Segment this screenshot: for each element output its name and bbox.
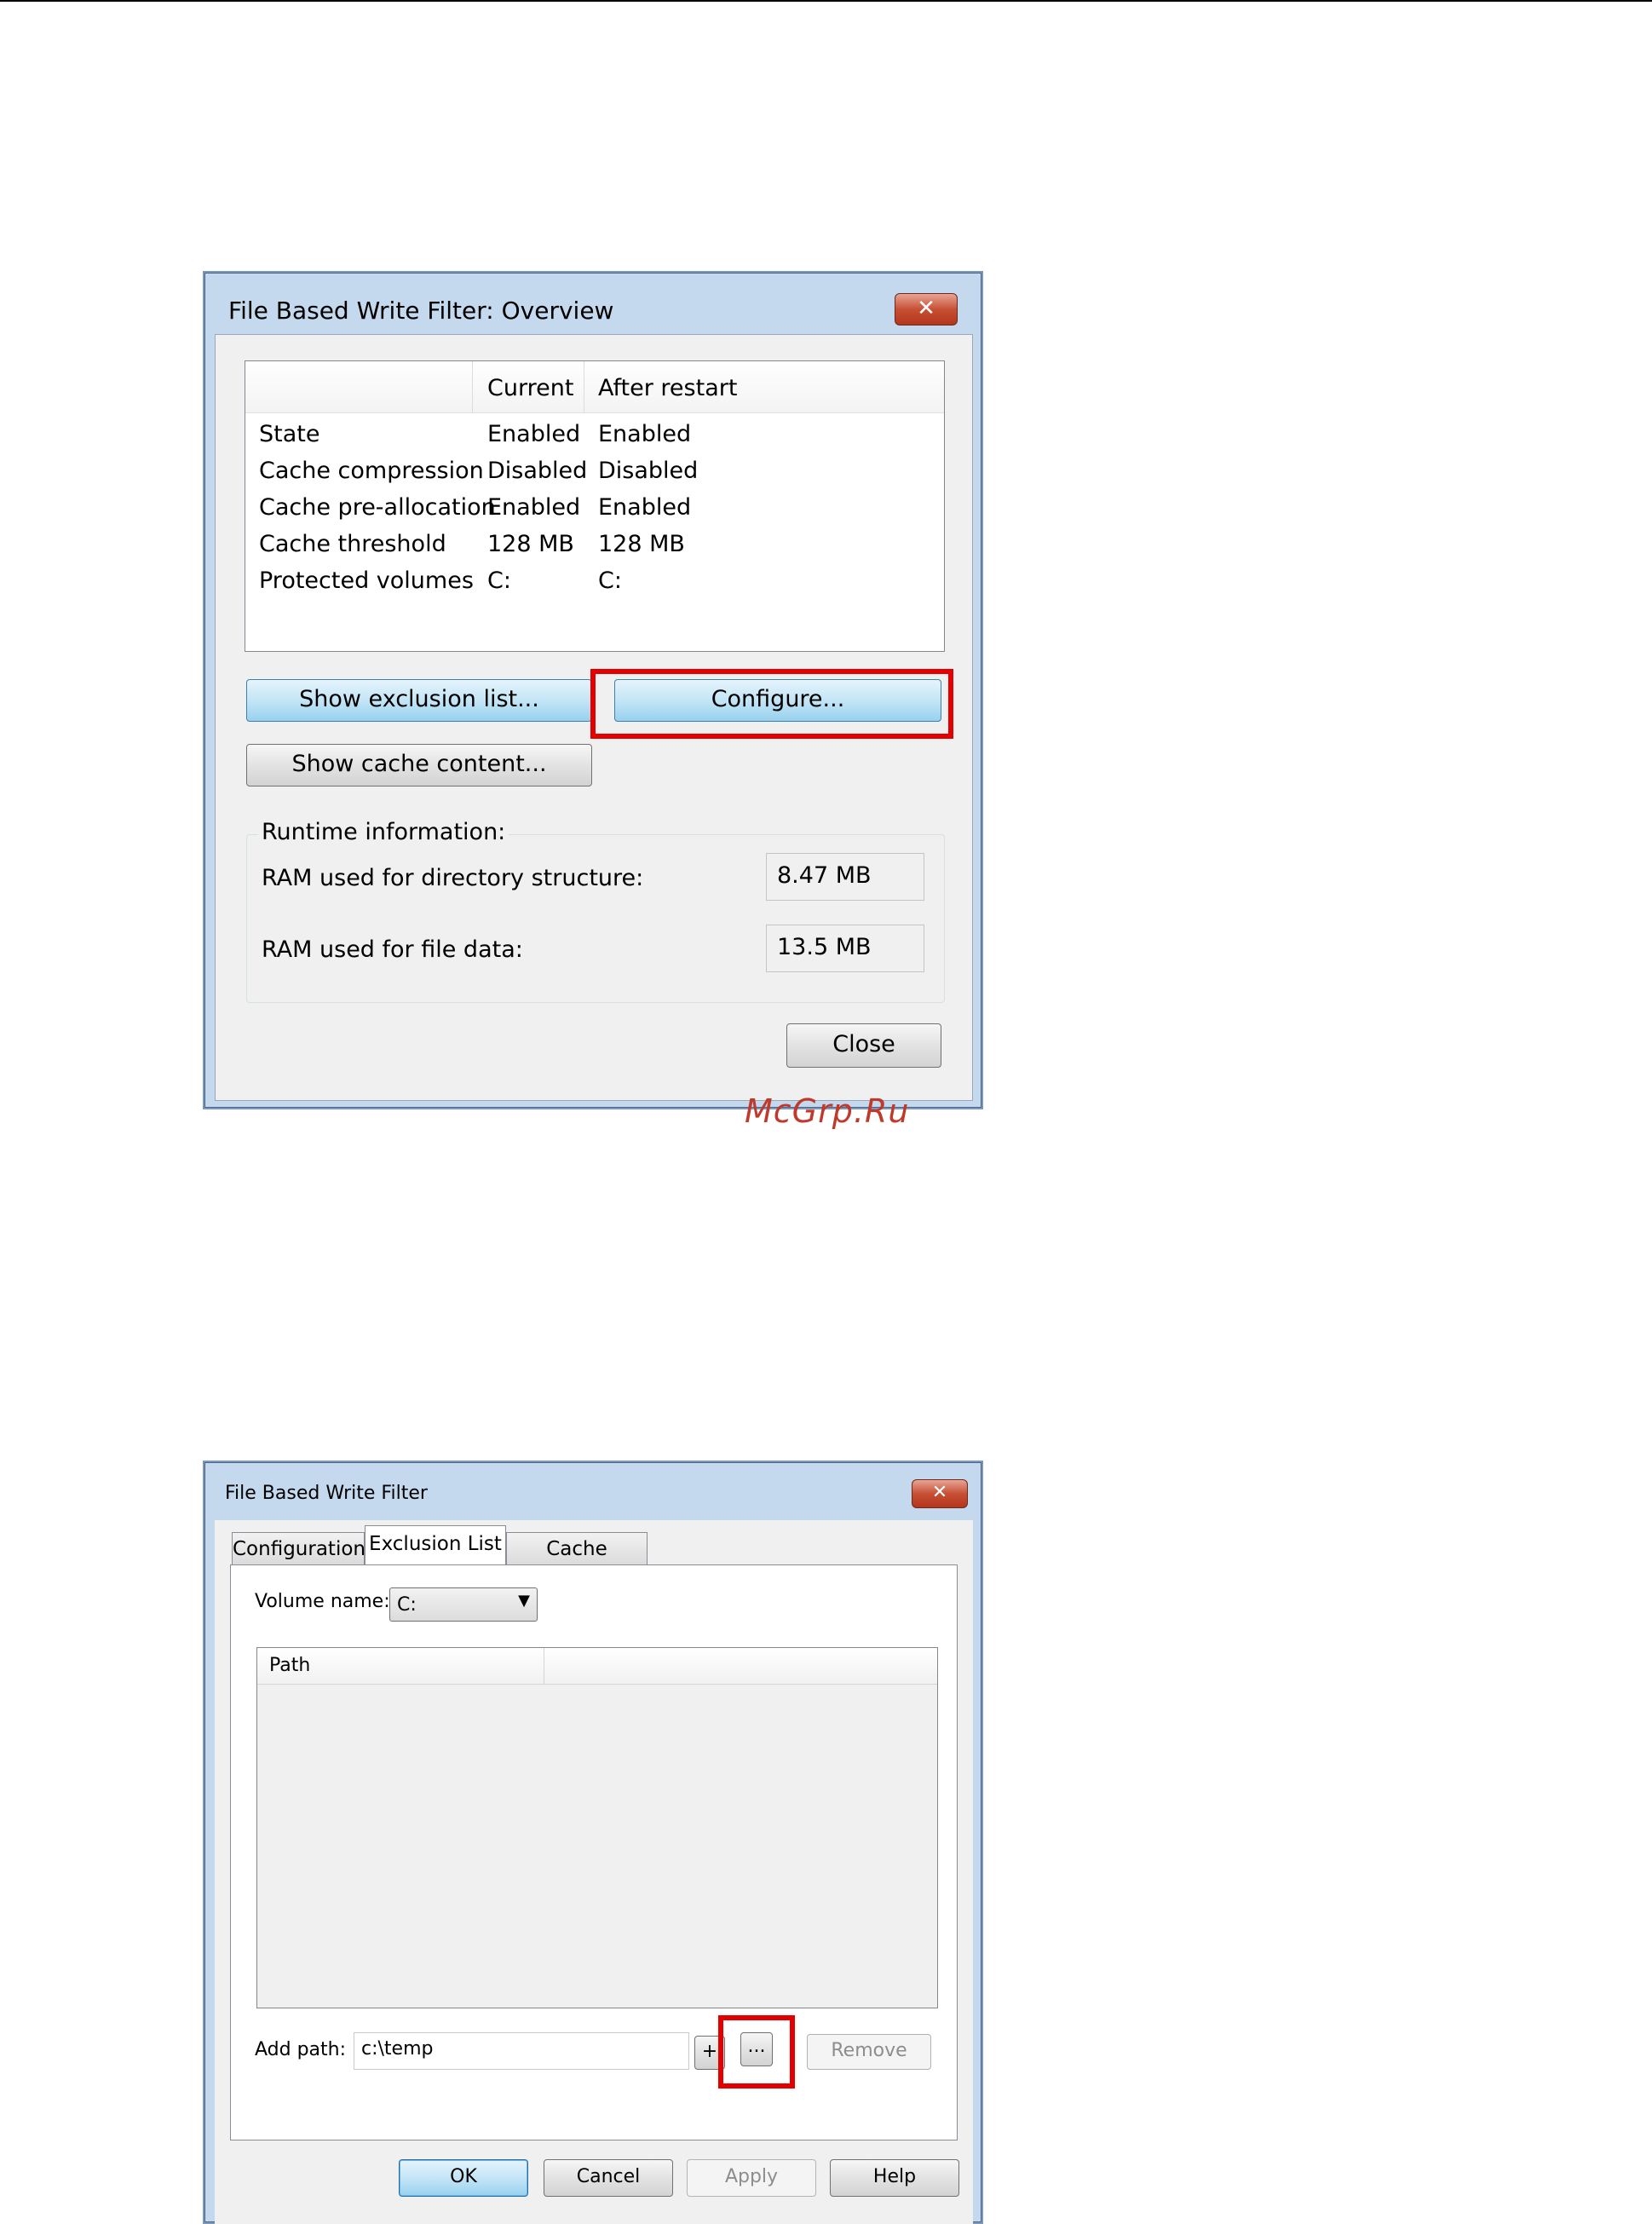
- add-path-input[interactable]: c:\temp: [354, 2032, 689, 2070]
- row-current: Enabled: [487, 421, 581, 447]
- overview-dialog-title: File Based Write Filter: Overview: [228, 297, 614, 325]
- row-label: Cache pre-allocation: [259, 494, 496, 521]
- ram-file-data-label: RAM used for file data:: [262, 936, 523, 963]
- row-after: Enabled: [598, 494, 692, 521]
- volume-name-select[interactable]: C: ▼: [389, 1587, 538, 1622]
- apply-button[interactable]: Apply: [687, 2159, 816, 2197]
- path-list-header: [257, 1648, 937, 1685]
- close-button[interactable]: Close: [786, 1023, 941, 1068]
- watermark-text: McGrp.Ru: [745, 1092, 910, 1130]
- add-path-value: c:\temp: [361, 2038, 434, 2060]
- row-current: 128 MB: [487, 531, 574, 557]
- ram-file-data-value: 13.5 MB: [766, 925, 924, 972]
- overview-dialog: File Based Write Filter: Overview ✕ Curr…: [203, 271, 983, 1109]
- row-label: Cache threshold: [259, 531, 446, 557]
- runtime-group-label: Runtime information:: [258, 819, 509, 845]
- add-path-label: Add path:: [255, 2039, 347, 2060]
- path-column-header[interactable]: Path: [269, 1655, 310, 1676]
- volume-name-label: Volume name:: [255, 1591, 390, 1612]
- remove-button[interactable]: Remove: [807, 2034, 931, 2070]
- status-table: Current After restart State Enabled Enab…: [245, 360, 945, 652]
- write-filter-dialog-title: File Based Write Filter: [225, 1483, 428, 1504]
- row-label: Protected volumes: [259, 568, 474, 594]
- row-label: Cache compression: [259, 458, 484, 484]
- page-top-rule: [0, 0, 1652, 2]
- tab-configuration[interactable]: Configuration: [232, 1532, 366, 1564]
- show-cache-content-button[interactable]: Show cache content...: [246, 744, 592, 786]
- help-button[interactable]: Help: [830, 2159, 959, 2197]
- header-divider: [472, 361, 473, 412]
- ram-directory-label: RAM used for directory structure:: [262, 865, 644, 891]
- status-table-header: [245, 361, 944, 413]
- close-icon[interactable]: ✕: [895, 293, 958, 326]
- volume-name-value: C:: [397, 1594, 417, 1616]
- row-after: C:: [598, 568, 622, 594]
- exclusion-list-panel: Volume name: C: ▼ Path Add path: c:\temp…: [230, 1564, 958, 2140]
- row-label: State: [259, 421, 320, 447]
- write-filter-client-area: Configuration Exclusion List Cache Conte…: [215, 1520, 973, 2224]
- ok-button[interactable]: OK: [399, 2159, 528, 2197]
- row-current: C:: [487, 568, 511, 594]
- header-after-restart[interactable]: After restart: [598, 375, 737, 401]
- path-list[interactable]: Path: [256, 1647, 938, 2008]
- browse-highlight: [718, 2015, 795, 2089]
- write-filter-dialog: File Based Write Filter ✕ Configuration …: [203, 1461, 983, 2224]
- row-after: 128 MB: [598, 531, 685, 557]
- close-icon[interactable]: ✕: [912, 1479, 968, 1508]
- header-current[interactable]: Current: [487, 375, 573, 401]
- show-exclusion-list-button[interactable]: Show exclusion list...: [246, 679, 592, 722]
- cancel-button[interactable]: Cancel: [544, 2159, 673, 2197]
- tab-exclusion-list[interactable]: Exclusion List: [365, 1525, 506, 1566]
- overview-client-area: Current After restart State Enabled Enab…: [215, 334, 973, 1101]
- tab-cache-content[interactable]: Cache Content: [506, 1532, 648, 1593]
- ram-directory-value: 8.47 MB: [766, 853, 924, 901]
- row-after: Enabled: [598, 421, 692, 447]
- row-after: Disabled: [598, 458, 699, 484]
- row-current: Disabled: [487, 458, 588, 484]
- configure-highlight: [590, 669, 953, 739]
- row-current: Enabled: [487, 494, 581, 521]
- chevron-down-icon: ▼: [518, 1592, 530, 1610]
